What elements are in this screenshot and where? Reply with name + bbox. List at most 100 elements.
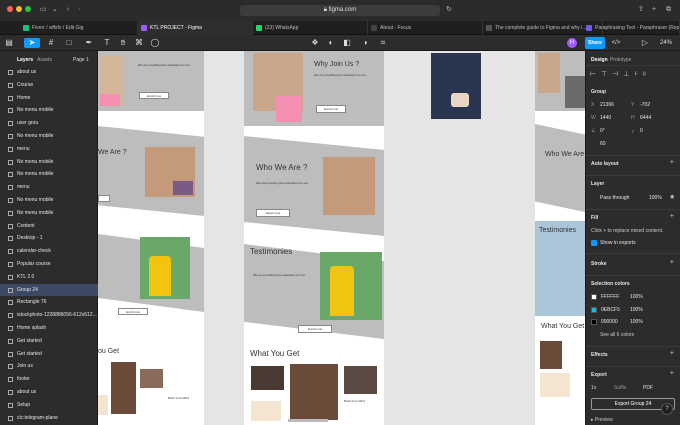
browser-tab[interactable]: Fiverr / wlfsfx / Edit Gig	[20, 21, 138, 35]
layer-item[interactable]: Home splash	[0, 322, 98, 335]
color-swatch[interactable]	[591, 319, 597, 325]
suit-photo[interactable]	[431, 53, 481, 119]
see-all-colors-link[interactable]: See all 6 colors	[600, 332, 634, 338]
pen-tool-icon[interactable]: ✒	[84, 38, 94, 48]
comment-tool-icon[interactable]: ◯	[150, 38, 160, 48]
layer-item[interactable]: footer	[0, 373, 98, 386]
show-exports-checkbox[interactable]	[591, 240, 597, 246]
color-hex[interactable]: 0EBCF5	[601, 307, 620, 313]
export-scale-select[interactable]: 1x	[591, 385, 596, 391]
boolean-icon[interactable]: ◧	[342, 38, 352, 48]
add-fill-icon[interactable]: +	[670, 213, 674, 220]
layer-item[interactable]: user grou	[0, 117, 98, 130]
browser-tab[interactable]: (23) WhatsApp	[253, 21, 368, 35]
layer-item[interactable]: Get started	[0, 335, 98, 348]
rotation-input[interactable]: 0°	[600, 128, 605, 134]
color-swatch[interactable]	[591, 306, 597, 313]
address-bar[interactable]: 🔒︎ figma.com	[240, 5, 440, 16]
layer-item[interactable]: KTL 2.0	[0, 271, 98, 284]
avatar[interactable]: H	[567, 38, 577, 48]
layer-item[interactable]: calendar-check	[0, 245, 98, 258]
layer-item[interactable]: Home	[0, 92, 98, 105]
layer-item[interactable]: No menu mobile	[0, 194, 98, 207]
scroll-indicator[interactable]	[288, 419, 328, 422]
layer-item[interactable]: menu	[0, 143, 98, 156]
zoom-level[interactable]: 24%	[660, 38, 672, 48]
preview-toggle[interactable]: ▸ Preview	[591, 417, 613, 423]
y-input[interactable]: -702	[640, 102, 650, 108]
layer-item[interactable]: Rectangle 76	[0, 296, 98, 309]
sidebar-toggle-icon[interactable]: ▭	[40, 5, 47, 15]
opacity-input[interactable]: 100%	[649, 195, 662, 201]
shape-tool-icon[interactable]: □	[64, 38, 74, 48]
assets-tab[interactable]: Assets	[37, 57, 52, 63]
layer-item[interactable]: menu	[0, 181, 98, 194]
x-input[interactable]: 21366	[600, 102, 614, 108]
blend-mode-select[interactable]: Pass through	[600, 195, 629, 201]
frame-tool-icon[interactable]: #	[46, 38, 56, 48]
mask-icon[interactable]: ◐	[326, 38, 336, 48]
testimony-button[interactable]: Enroll now	[118, 308, 148, 315]
color-opacity[interactable]: 100%	[630, 307, 643, 313]
align-tools[interactable]: ⊢⊤⊣⊥⊦⊧	[590, 70, 652, 78]
visibility-icon[interactable]: ◉	[670, 194, 674, 200]
browser-tab[interactable]: Paraphrasing Tool - Paraphraser (Rephr..…	[583, 21, 680, 35]
layer-item[interactable]: Setup	[0, 399, 98, 412]
join-enroll-button[interactable]: Enroll now	[316, 105, 346, 113]
share-icon[interactable]: ⇪	[638, 5, 644, 15]
crop-icon[interactable]: ⌗	[378, 38, 388, 48]
layer-item[interactable]: No menu mobile	[0, 156, 98, 169]
color-opacity[interactable]: 100%	[630, 319, 643, 325]
play-icon[interactable]: ▷	[640, 38, 650, 48]
export-format-select[interactable]: PDF	[643, 385, 653, 391]
add-stroke-icon[interactable]: +	[670, 259, 674, 266]
layer-item[interactable]: Join us	[0, 360, 98, 373]
layers-tab[interactable]: Layers	[17, 57, 33, 63]
chevron-down-icon[interactable]: ⌄	[52, 5, 58, 15]
canvas[interactable]: We are providing free education for our …	[98, 51, 585, 425]
zoom-window-icon[interactable]	[25, 6, 31, 12]
layer-item[interactable]: No menu mobile	[0, 104, 98, 117]
design-tab[interactable]: Design	[591, 57, 608, 63]
back-icon[interactable]: ‹	[67, 5, 69, 15]
help-button[interactable]: ?	[661, 403, 673, 415]
contrast-icon[interactable]: ◑	[360, 38, 370, 48]
export-suffix-input[interactable]: Suffix	[614, 385, 626, 391]
page-selector[interactable]: Page 1	[73, 57, 89, 63]
hand-tool-icon[interactable]: ✋︎	[118, 38, 128, 48]
h-input[interactable]: 6444	[640, 115, 651, 121]
layer-item[interactable]: Course	[0, 79, 98, 92]
color-opacity[interactable]: 100%	[630, 294, 643, 300]
layer-item[interactable]: Desktop - 1	[0, 232, 98, 245]
layer-item[interactable]: Content	[0, 220, 98, 233]
move-tool-icon[interactable]: ➤	[24, 38, 40, 48]
add-export-icon[interactable]: +	[670, 370, 674, 377]
layer-item[interactable]: about us	[0, 386, 98, 399]
dev-mode-icon[interactable]: </>	[611, 38, 621, 48]
who-read-more-button[interactable]: Read more	[256, 209, 290, 217]
layer-item[interactable]: Group 24	[0, 283, 98, 297]
prototype-tab[interactable]: Prototype	[610, 57, 631, 63]
corner-input[interactable]: 0	[640, 128, 643, 134]
main-menu-icon[interactable]: ▤	[4, 38, 14, 48]
share-button[interactable]: Share	[585, 37, 605, 49]
reload-icon[interactable]: ↻	[446, 5, 452, 15]
read-more-button-partial[interactable]	[98, 195, 110, 202]
layer-item[interactable]: about us	[0, 66, 98, 79]
forward-icon[interactable]: ›	[78, 5, 80, 15]
minimize-window-icon[interactable]	[16, 6, 22, 12]
layer-item[interactable]: istockphoto-1228886056-612x612...	[0, 309, 98, 322]
enroll-button[interactable]: Enroll now	[139, 92, 169, 99]
component-icon[interactable]: ❖	[310, 38, 320, 48]
color-swatch[interactable]	[591, 294, 597, 300]
layer-item[interactable]: No menu mobile	[0, 130, 98, 143]
layer-item[interactable]: Get started	[0, 348, 98, 361]
radius-input[interactable]: 60	[600, 141, 606, 147]
browser-tab[interactable]: KTL PROJECT - Figma	[138, 21, 253, 35]
close-window-icon[interactable]	[7, 6, 13, 12]
layer-item[interactable]: clc:telegram-plane	[0, 412, 98, 425]
add-effect-icon[interactable]: +	[670, 350, 674, 357]
browser-tab[interactable]: About - Focus	[368, 21, 483, 35]
resources-tool-icon[interactable]: ⌘	[134, 38, 144, 48]
layer-item[interactable]: No menu mobile	[0, 168, 98, 181]
